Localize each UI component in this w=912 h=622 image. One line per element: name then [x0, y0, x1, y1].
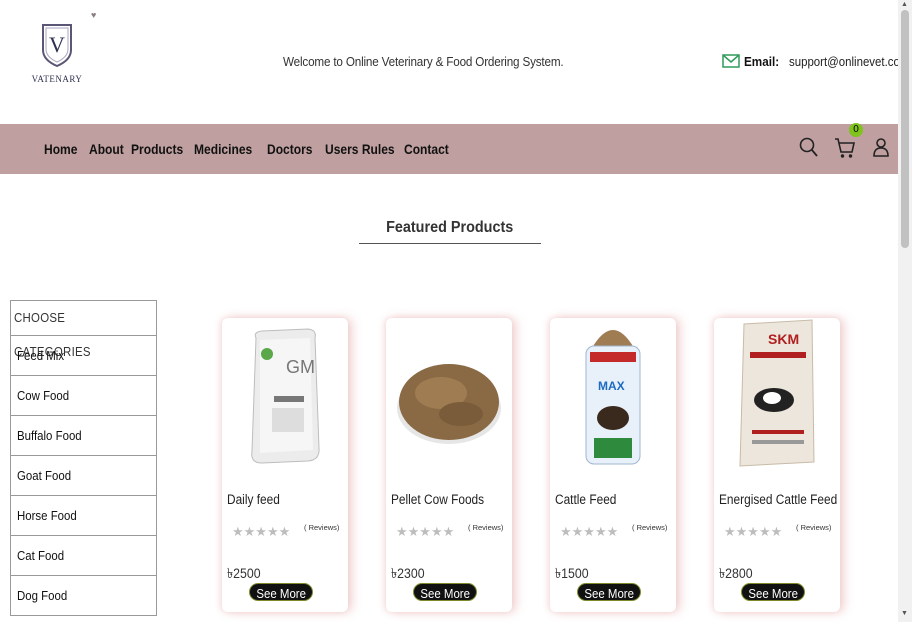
category-buffalo-food[interactable]: Buffalo Food: [11, 416, 156, 456]
featured-underline: [359, 243, 541, 244]
svg-text:V: V: [49, 32, 65, 57]
product-name[interactable]: Cattle Feed: [555, 492, 616, 507]
see-more-button[interactable]: See More: [577, 583, 641, 601]
review-count: ( Reviews): [796, 523, 832, 532]
see-more-button[interactable]: See More: [249, 583, 313, 601]
nav-contact[interactable]: Contact: [404, 141, 449, 157]
rating-stars: ★★★★★: [396, 524, 455, 539]
svg-text:MAX: MAX: [598, 379, 625, 393]
product-image[interactable]: MAX: [550, 318, 676, 468]
category-horse-food[interactable]: Horse Food: [11, 496, 156, 536]
featured-title: Featured Products: [386, 219, 514, 236]
nav-links: Home About Products Medicines Doctors Us…: [44, 124, 476, 174]
main-navbar: Home About Products Medicines Doctors Us…: [0, 124, 898, 174]
site-logo[interactable]: V VATENARY: [30, 22, 84, 84]
category-cat-food[interactable]: Cat Food: [11, 536, 156, 576]
category-sidebar: CHOOSE CATEGORIES Feed Mix Cow Food Buff…: [10, 300, 157, 616]
scroll-up-icon[interactable]: ▲: [901, 1, 908, 8]
contact-email: Email: support@onlinevet.com: [722, 52, 912, 70]
product-card: MAX Cattle Feed ★★★★★ ( Reviews) ৳1500 S…: [550, 318, 676, 612]
product-name[interactable]: Pellet Cow Foods: [391, 492, 484, 507]
scrollbar-thumb[interactable]: [901, 10, 909, 248]
review-count: ( Reviews): [304, 523, 340, 532]
svg-text:SKM: SKM: [768, 331, 799, 347]
review-count: ( Reviews): [468, 523, 504, 532]
cart-count-badge: 0: [849, 123, 863, 137]
nav-products[interactable]: Products: [131, 141, 183, 157]
rating-stars: ★★★★★: [232, 524, 291, 539]
product-card: GM Daily feed ★★★★★ ( Reviews) ৳2500 See…: [222, 318, 348, 612]
nav-medicines[interactable]: Medicines: [194, 141, 252, 157]
product-name[interactable]: Daily feed: [227, 492, 280, 507]
email-label: Email:: [744, 53, 780, 69]
brand-name: VATENARY: [31, 74, 83, 84]
search-icon[interactable]: [799, 136, 819, 158]
cart-icon[interactable]: [834, 136, 856, 160]
header: V VATENARY ♥ Welcome to Online Veterinar…: [0, 0, 909, 124]
user-icon[interactable]: [872, 137, 890, 157]
rating-stars: ★★★★★: [560, 524, 619, 539]
svg-text:GM: GM: [286, 357, 315, 377]
nav-about[interactable]: About: [89, 141, 124, 157]
nav-home[interactable]: Home: [44, 141, 77, 157]
product-card: SKM Energised Cattle Feed ★★★★★ ( Review…: [714, 318, 840, 612]
nav-users-rules[interactable]: Users Rules: [325, 141, 395, 157]
scroll-down-icon[interactable]: ▼: [901, 610, 908, 617]
nav-doctors[interactable]: Doctors: [267, 141, 312, 157]
shield-logo-icon: V: [42, 24, 72, 68]
category-dog-food[interactable]: Dog Food: [11, 576, 156, 616]
vertical-scrollbar[interactable]: ▲ ▼: [898, 0, 912, 622]
heart-icon: ♥: [91, 10, 97, 20]
email-address[interactable]: support@onlinevet.com: [789, 54, 909, 69]
category-cow-food[interactable]: Cow Food: [11, 376, 156, 416]
product-image[interactable]: GM: [222, 318, 348, 468]
product-image[interactable]: SKM: [714, 318, 840, 468]
review-count: ( Reviews): [632, 523, 668, 532]
product-card: Pellet Cow Foods ★★★★★ ( Reviews) ৳2300 …: [386, 318, 512, 612]
category-heading: CHOOSE CATEGORIES: [11, 301, 156, 359]
product-image[interactable]: [386, 318, 512, 468]
see-more-button[interactable]: See More: [741, 583, 805, 601]
product-name[interactable]: Energised Cattle Feed: [719, 492, 837, 507]
rating-stars: ★★★★★: [724, 524, 783, 539]
see-more-button[interactable]: See More: [413, 583, 477, 601]
mail-icon: [722, 54, 740, 68]
welcome-text: Welcome to Online Veterinary & Food Orde…: [283, 54, 564, 69]
category-goat-food[interactable]: Goat Food: [11, 456, 156, 496]
